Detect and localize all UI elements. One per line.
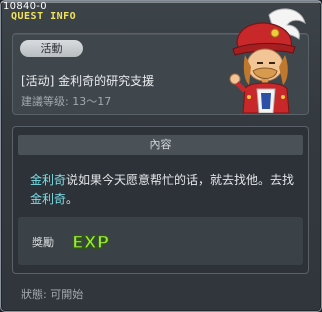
description-end: 。 [66, 192, 79, 206]
quest-name: [活动] 金利奇的研究支援 [21, 74, 155, 88]
quest-description: 金利奇说如果今天愿意帮忙的话，就去找他。去找 金利奇。 [30, 171, 300, 209]
npc-name-link[interactable]: 金利奇 [30, 173, 66, 187]
recommended-level: 建議等级: 13～17 [21, 95, 112, 108]
exp-text: EXP [72, 233, 109, 252]
description-text: 说如果今天愿意帮忙的话，就去找他。去找 [66, 173, 295, 187]
content-panel: 內容 金利奇说如果今天愿意帮忙的话，就去找他。去找 金利奇。 獎勵 EXP [12, 126, 309, 274]
quest-status: 狀態: 可開始 [21, 288, 84, 301]
content-header: 內容 [18, 135, 303, 155]
npc-name-link[interactable]: 金利奇 [30, 192, 66, 206]
quest-info-window: 10840-0 QUEST INFO 活動 [活动] 金利奇的研究支援 建議等级… [0, 0, 322, 312]
exp-icon: EXP [71, 232, 109, 252]
npc-pirate-portrait-icon [229, 8, 306, 113]
reward-label: 獎勵 [32, 236, 54, 249]
event-badge: 活動 [20, 40, 83, 57]
reward-box: 獎勵 EXP [18, 217, 303, 265]
window-top-line [1, 1, 321, 3]
window-title[interactable]: QUEST INFO [11, 11, 76, 22]
